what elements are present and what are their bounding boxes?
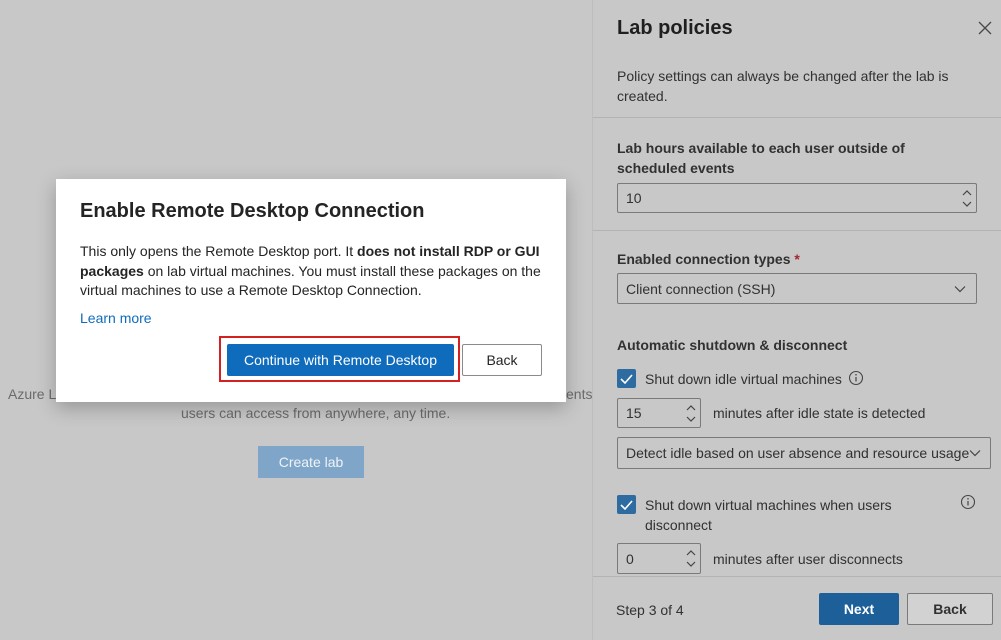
shutdown-idle-checkbox-row[interactable]: Shut down idle virtual machines: [617, 369, 842, 389]
lab-hours-value: 10: [626, 190, 642, 206]
disconnect-minutes-spinner[interactable]: [684, 544, 698, 573]
chevron-down-icon: [969, 450, 981, 457]
close-icon[interactable]: [977, 20, 993, 36]
idle-minutes-input[interactable]: 15: [617, 398, 701, 428]
auto-shutdown-label: Automatic shutdown & disconnect: [617, 337, 848, 353]
enable-rdp-dialog: Enable Remote Desktop Connection This on…: [56, 179, 566, 402]
info-icon[interactable]: [960, 494, 976, 510]
lab-hours-input[interactable]: 10: [617, 183, 977, 213]
next-button[interactable]: Next: [819, 593, 899, 625]
dialog-body-part1: This only opens the Remote Desktop port.…: [80, 243, 358, 259]
lab-hours-spinner[interactable]: [960, 184, 974, 212]
checkmark-icon: [620, 373, 633, 384]
panel-description: Policy settings can always be changed af…: [617, 68, 949, 104]
chevron-up-icon: [686, 404, 696, 410]
disconnect-minutes-value: 0: [626, 550, 634, 567]
chevron-down-icon: [686, 416, 696, 422]
disconnect-minutes-suffix: minutes after user disconnects: [713, 551, 903, 567]
chevron-down-icon: [686, 561, 696, 567]
connection-types-label-text: Enabled connection types: [617, 251, 791, 267]
idle-detect-value: Detect idle based on user absence and re…: [626, 445, 970, 461]
dialog-title: Enable Remote Desktop Connection: [80, 200, 425, 222]
connection-types-label: Enabled connection types *: [617, 249, 800, 269]
idle-minutes-suffix: minutes after idle state is detected: [713, 405, 926, 421]
disconnect-minutes-input[interactable]: 0: [617, 543, 701, 574]
checkmark-icon: [620, 499, 633, 510]
chevron-up-icon: [962, 189, 972, 195]
shutdown-disconnect-label: Shut down virtual machines when users di…: [645, 497, 892, 533]
chevron-up-icon: [686, 550, 696, 556]
create-lab-button[interactable]: Create lab: [258, 446, 364, 478]
shutdown-disconnect-checkbox-row[interactable]: Shut down virtual machines when users di…: [617, 495, 907, 535]
background-subtitle: users can access from anywhere, any time…: [181, 405, 451, 421]
panel-back-button[interactable]: Back: [907, 593, 993, 625]
panel-footer: Step 3 of 4 Next Back: [593, 576, 1001, 640]
continue-with-remote-desktop-button[interactable]: Continue with Remote Desktop: [227, 344, 454, 376]
connection-types-value: Client connection (SSH): [626, 280, 776, 297]
required-marker: *: [794, 251, 800, 267]
idle-minutes-value: 15: [626, 405, 642, 421]
shutdown-idle-checkbox[interactable]: [617, 369, 636, 388]
idle-detect-dropdown[interactable]: Detect idle based on user absence and re…: [617, 437, 991, 469]
chevron-down-icon: [962, 201, 972, 207]
lab-policies-panel: Lab policies Policy settings can always …: [592, 0, 1001, 640]
learn-more-link[interactable]: Learn more: [80, 310, 152, 326]
step-indicator: Step 3 of 4: [616, 602, 684, 618]
dialog-body-part2: on lab virtual machines. You must instal…: [80, 262, 541, 299]
chevron-down-icon: [954, 285, 966, 292]
shutdown-disconnect-checkbox[interactable]: [617, 495, 636, 514]
connection-types-dropdown[interactable]: Client connection (SSH): [617, 273, 977, 304]
divider: [593, 230, 1001, 231]
lab-hours-label: Lab hours available to each user outside…: [617, 140, 905, 176]
idle-minutes-spinner[interactable]: [684, 399, 698, 427]
dialog-body: This only opens the Remote Desktop port.…: [80, 242, 548, 301]
dialog-back-button[interactable]: Back: [462, 344, 542, 376]
panel-title: Lab policies: [617, 17, 733, 39]
background-text-right: ents: [566, 386, 593, 402]
divider: [593, 117, 1001, 118]
shutdown-idle-label: Shut down idle virtual machines: [645, 371, 842, 387]
info-icon[interactable]: [848, 370, 864, 386]
